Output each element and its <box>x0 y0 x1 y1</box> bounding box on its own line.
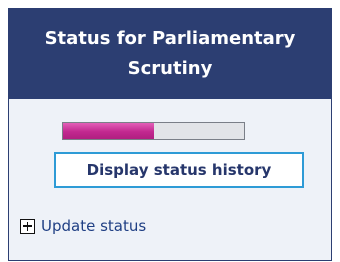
status-panel: Status for Parliamentary Scrutiny Displa… <box>8 8 332 261</box>
progress-bar-fill <box>63 123 154 139</box>
status-progress-bar <box>62 122 245 140</box>
display-status-history-button[interactable]: Display status history <box>54 152 304 188</box>
plus-box-icon[interactable] <box>20 218 35 234</box>
panel-body: Display status history Update status <box>9 99 331 261</box>
panel-title: Status for Parliamentary Scrutiny <box>9 9 331 99</box>
update-status-link[interactable]: Update status <box>20 217 146 235</box>
update-status-label[interactable]: Update status <box>41 217 146 235</box>
